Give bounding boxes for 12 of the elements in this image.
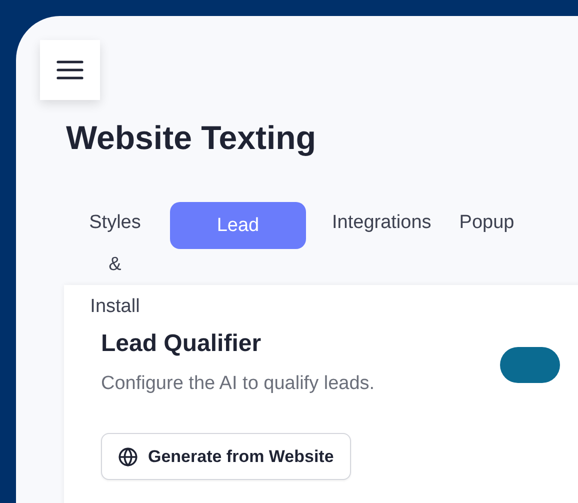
card-title: Lead Qualifier	[101, 329, 262, 359]
menu-button[interactable]	[40, 40, 100, 100]
tab[interactable]: Integrations	[330, 202, 434, 244]
generate-button[interactable]: Generate from Website	[101, 433, 351, 480]
toggle-switch[interactable]	[500, 347, 560, 383]
card-description: Configure the AI to qualify leads.	[101, 372, 375, 396]
tab[interactable]: Popup	[457, 202, 516, 244]
page-title: Website Texting	[66, 118, 316, 158]
tab[interactable]: Styles & Install	[84, 202, 146, 328]
globe-icon	[118, 446, 138, 466]
tab[interactable]: Lead	[170, 202, 306, 249]
menu-icon	[56, 59, 84, 81]
